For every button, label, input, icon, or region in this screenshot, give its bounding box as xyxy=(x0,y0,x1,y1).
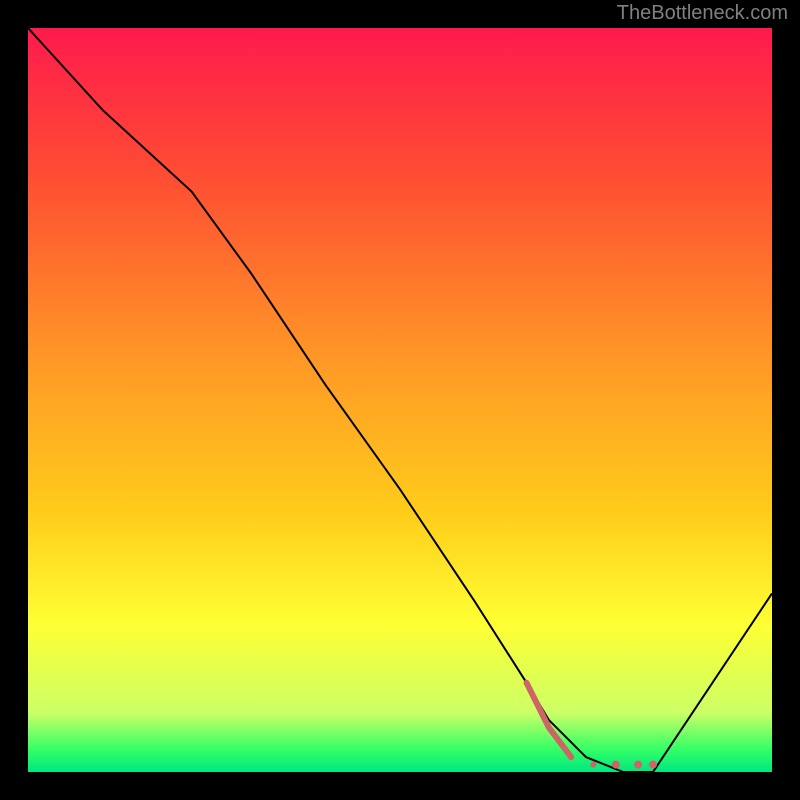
gradient-background xyxy=(28,28,772,772)
watermark-text: TheBottleneck.com xyxy=(617,2,788,25)
chart-svg xyxy=(28,28,772,772)
highlight-dot xyxy=(590,762,596,768)
highlight-dot xyxy=(568,754,574,760)
highlight-dot xyxy=(612,761,620,769)
chart-container: TheBottleneck.com xyxy=(0,0,800,800)
highlight-dot xyxy=(634,761,642,769)
plot-area xyxy=(28,28,772,772)
highlight-dot xyxy=(649,761,657,769)
